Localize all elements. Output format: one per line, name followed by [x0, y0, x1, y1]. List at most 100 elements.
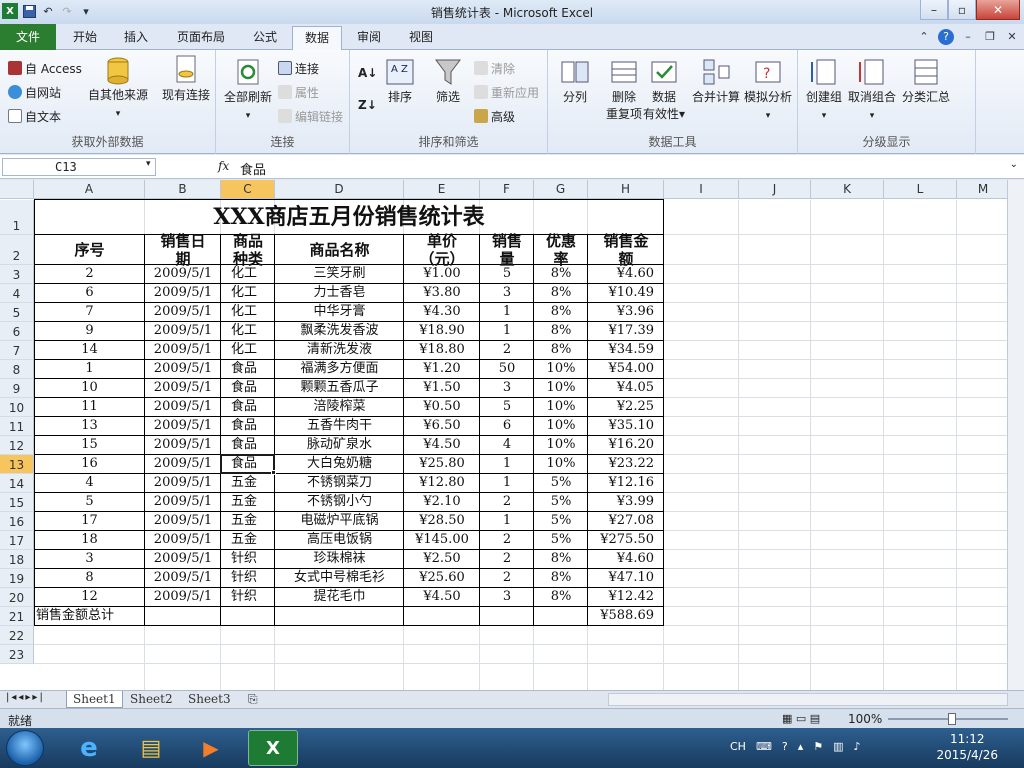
table-cell[interactable]: 5% — [534, 493, 588, 511]
tab-formulas[interactable]: 公式 — [244, 26, 286, 50]
table-cell[interactable]: 3 — [480, 379, 534, 397]
sheet-tab-3[interactable]: Sheet3 — [182, 691, 237, 708]
table-cell[interactable]: ¥4.50 — [404, 588, 480, 606]
table-cell[interactable]: 颗颗五香瓜子 — [275, 379, 404, 397]
table-cell[interactable]: ¥2.25 — [588, 398, 664, 416]
table-cell[interactable]: 1 — [480, 303, 534, 321]
column-header-h[interactable]: H — [588, 180, 664, 199]
table-cell[interactable]: 13 — [34, 417, 145, 435]
media-player-icon[interactable]: ▶ — [186, 730, 236, 766]
table-cell[interactable]: 14 — [34, 341, 145, 359]
table-cell[interactable]: 8% — [534, 284, 588, 302]
table-cell[interactable]: ¥3.99 — [588, 493, 664, 511]
row-header-20[interactable]: 20 — [0, 588, 34, 607]
table-cell[interactable]: ¥12.16 — [588, 474, 664, 492]
table-cell[interactable]: 化工 — [221, 303, 275, 321]
table-cell[interactable]: 不锈钢小勺 — [275, 493, 404, 511]
table-cell[interactable]: 脉动矿泉水 — [275, 436, 404, 454]
table-cell[interactable]: 5 — [480, 398, 534, 416]
clear-filter-button[interactable]: 清除 — [474, 60, 515, 77]
row-header-23[interactable]: 23 — [0, 645, 34, 664]
table-cell[interactable]: 5 — [34, 493, 145, 511]
table-cell[interactable]: 三笑牙刷 — [275, 265, 404, 283]
maximize-button[interactable]: ▫ — [948, 0, 976, 20]
row-header-17[interactable]: 17 — [0, 531, 34, 550]
table-cell[interactable]: 针织 — [221, 569, 275, 587]
table-cell[interactable]: 10% — [534, 398, 588, 416]
table-cell[interactable]: 10% — [534, 417, 588, 435]
table-cell[interactable]: 3 — [34, 550, 145, 568]
table-cell[interactable]: 11 — [34, 398, 145, 416]
table-cell[interactable]: ¥2.10 — [404, 493, 480, 511]
table-cell[interactable]: 1 — [34, 360, 145, 378]
table-cell[interactable]: 1 — [480, 512, 534, 530]
table-cell[interactable]: 6 — [34, 284, 145, 302]
consolidate-button[interactable]: 合并计算 — [688, 56, 744, 106]
table-cell[interactable]: ¥16.20 — [588, 436, 664, 454]
table-cell[interactable]: 2009/5/1 — [145, 265, 221, 283]
table-cell[interactable]: 50 — [480, 360, 534, 378]
zoom-slider-thumb[interactable] — [948, 713, 956, 725]
column-header-j[interactable]: J — [739, 180, 811, 199]
table-cell[interactable]: ¥34.59 — [588, 341, 664, 359]
from-access-button[interactable]: 自 Access — [8, 60, 82, 77]
table-cell[interactable]: 2009/5/1 — [145, 417, 221, 435]
column-header-d[interactable]: D — [275, 180, 404, 199]
ungroup-button[interactable]: 取消组合 ▾ — [846, 56, 898, 125]
row-header-14[interactable]: 14 — [0, 474, 34, 493]
table-cell[interactable]: 5% — [534, 474, 588, 492]
table-cell[interactable]: 5% — [534, 512, 588, 530]
table-cell[interactable]: ¥25.60 — [404, 569, 480, 587]
from-text-button[interactable]: 自文本 — [8, 108, 61, 125]
table-cell[interactable]: ¥4.60 — [588, 550, 664, 568]
table-cell[interactable]: 2009/5/1 — [145, 569, 221, 587]
insert-sheet-icon[interactable]: ⎘ — [242, 691, 264, 708]
table-cell[interactable]: 9 — [34, 322, 145, 340]
table-cell[interactable]: ¥54.00 — [588, 360, 664, 378]
table-cell[interactable]: ¥4.05 — [588, 379, 664, 397]
table-cell[interactable]: 针织 — [221, 588, 275, 606]
table-cell[interactable]: 五金 — [221, 493, 275, 511]
formula-input[interactable]: 食品 — [240, 159, 266, 178]
table-cell[interactable]: ¥12.42 — [588, 588, 664, 606]
minimize-button[interactable]: – — [920, 0, 948, 20]
table-cell[interactable]: 食品 — [221, 436, 275, 454]
table-cell[interactable]: 8% — [534, 550, 588, 568]
row-header-1[interactable]: 1 — [0, 200, 34, 235]
table-cell[interactable]: 8 — [34, 569, 145, 587]
zoom-level[interactable]: 100% — [848, 712, 882, 726]
close-button[interactable]: ✕ — [976, 0, 1020, 20]
table-cell[interactable]: 10% — [534, 379, 588, 397]
table-cell[interactable]: ¥10.49 — [588, 284, 664, 302]
table-cell[interactable]: 12 — [34, 588, 145, 606]
language-indicator[interactable]: CH — [730, 740, 746, 753]
collapse-ribbon-icon[interactable]: ⌃ — [916, 29, 932, 45]
tab-insert[interactable]: 插入 — [114, 26, 158, 50]
table-cell[interactable]: 2009/5/1 — [145, 588, 221, 606]
table-cell[interactable]: 不锈钢菜刀 — [275, 474, 404, 492]
refresh-all-button[interactable]: 全部刷新 ▾ — [220, 56, 276, 125]
tray-expand-icon[interactable]: ▴ — [798, 740, 804, 753]
table-cell[interactable]: 1 — [480, 455, 534, 473]
row-header-16[interactable]: 16 — [0, 512, 34, 531]
sort-descending-button[interactable]: Z↓ — [358, 98, 377, 112]
table-cell[interactable]: 高压电饭锅 — [275, 531, 404, 549]
row-header-12[interactable]: 12 — [0, 436, 34, 455]
row-header-19[interactable]: 19 — [0, 569, 34, 588]
expand-formula-bar-icon[interactable]: ⌄ — [1010, 159, 1018, 170]
table-cell[interactable]: ¥35.10 — [588, 417, 664, 435]
table-cell[interactable]: ¥17.39 — [588, 322, 664, 340]
table-cell[interactable]: 10% — [534, 455, 588, 473]
table-cell[interactable]: 4 — [480, 436, 534, 454]
table-cell[interactable]: 涪陵榨菜 — [275, 398, 404, 416]
table-cell[interactable]: 5 — [480, 265, 534, 283]
table-cell[interactable]: 16 — [34, 455, 145, 473]
table-cell[interactable]: ¥3.96 — [588, 303, 664, 321]
table-cell[interactable]: 8% — [534, 322, 588, 340]
row-header-2[interactable]: 2 — [0, 235, 34, 265]
group-button[interactable]: 创建组 ▾ — [802, 56, 846, 125]
table-cell[interactable]: ¥6.50 — [404, 417, 480, 435]
start-button[interactable] — [6, 730, 44, 766]
what-if-analysis-button[interactable]: ? 模拟分析 ▾ — [740, 56, 796, 125]
table-cell[interactable]: 6 — [480, 417, 534, 435]
